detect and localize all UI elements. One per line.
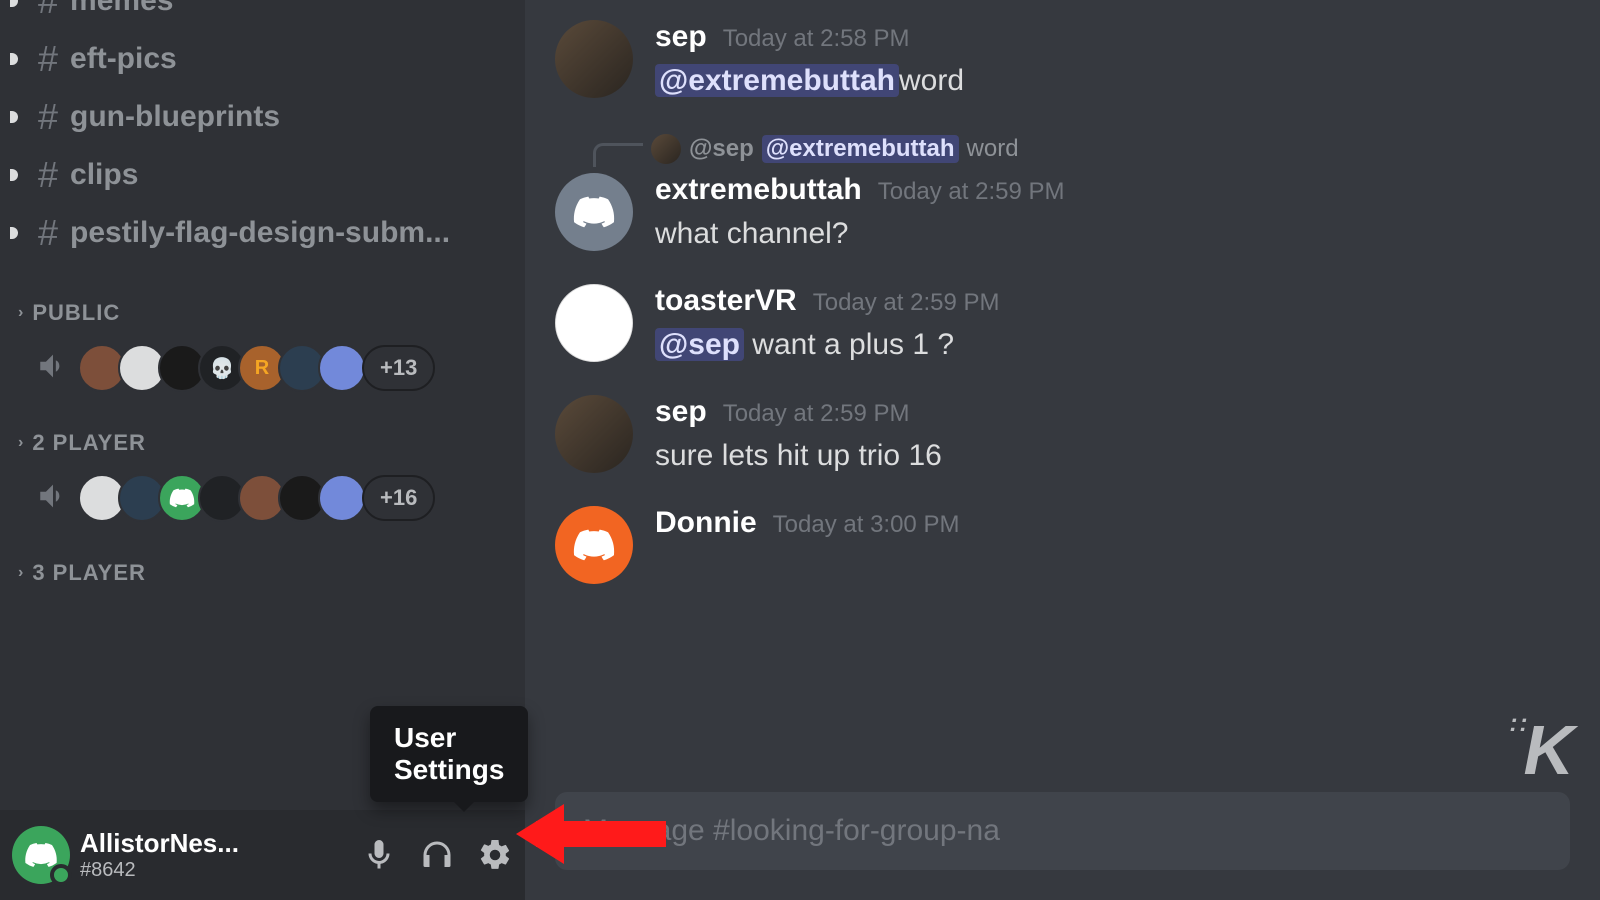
message-input[interactable]: Message #looking-for-group-na xyxy=(555,792,1570,870)
message-timestamp: Today at 3:00 PM xyxy=(773,511,960,539)
self-user-info[interactable]: AllistorNes... #8642 xyxy=(80,828,351,882)
message-with-reply[interactable]: @sep @extremebuttah word extremebuttah T… xyxy=(555,131,1570,256)
channel-item[interactable]: # clips xyxy=(0,146,525,204)
message-timestamp: Today at 2:59 PM xyxy=(878,178,1065,206)
unread-indicator xyxy=(10,227,18,239)
reply-reference[interactable]: @sep @extremebuttah word xyxy=(595,131,1570,167)
message-author[interactable]: toasterVR xyxy=(655,284,797,318)
channel-sidebar: # memes # eft-pics # gun-blueprints # cl… xyxy=(0,0,525,900)
member-avatars[interactable]: +16 xyxy=(86,474,435,522)
message-author[interactable]: sep xyxy=(655,20,707,54)
channel-item[interactable]: # eft-pics xyxy=(0,30,525,88)
channel-label: gun-blueprints xyxy=(70,100,280,134)
message-content: @extremebuttahword xyxy=(655,58,1570,103)
hash-icon: # xyxy=(38,0,58,22)
message-timestamp: Today at 2:59 PM xyxy=(813,289,1000,317)
voice-channel-name: 3 PLAYER xyxy=(32,560,146,586)
hash-icon: # xyxy=(38,154,58,196)
voice-channel-header[interactable]: › 3 PLAYER xyxy=(18,552,525,594)
voice-member-avatar[interactable] xyxy=(318,344,366,392)
unread-indicator xyxy=(10,0,18,7)
channel-item[interactable]: # gun-blueprints xyxy=(0,88,525,146)
channel-label: clips xyxy=(70,158,138,192)
user-settings-tooltip: User Settings xyxy=(370,706,528,802)
reply-spine-icon xyxy=(593,143,643,167)
voice-member-avatar[interactable] xyxy=(318,474,366,522)
chevron-right-icon: › xyxy=(18,564,24,582)
reply-author: @sep xyxy=(689,135,754,163)
deafen-button[interactable] xyxy=(419,837,455,873)
hash-icon: # xyxy=(38,212,58,254)
voice-section: › 2 PLAYER +16 xyxy=(0,422,525,522)
channel-label: eft-pics xyxy=(70,42,177,76)
voice-members: 💀 R +13 xyxy=(18,344,525,392)
message-avatar[interactable] xyxy=(555,506,633,584)
channel-list: # memes # eft-pics # gun-blueprints # cl… xyxy=(0,0,525,810)
message[interactable]: sep Today at 2:58 PM @extremebuttahword xyxy=(555,20,1570,103)
message[interactable]: sep Today at 2:59 PM sure lets hit up tr… xyxy=(555,395,1570,478)
message-avatar[interactable] xyxy=(555,395,633,473)
user-settings-button[interactable] xyxy=(477,837,513,873)
user-panel: AllistorNes... #8642 xyxy=(0,810,525,900)
mention[interactable]: @extremebuttah xyxy=(762,135,959,163)
channel-label: pestily-flag-design-subm... xyxy=(70,216,450,250)
voice-members: +16 xyxy=(18,474,525,522)
reply-text: word xyxy=(967,135,1019,163)
self-username: AllistorNes... xyxy=(80,828,351,859)
message-avatar[interactable] xyxy=(555,20,633,98)
unread-indicator xyxy=(10,53,18,65)
message-input-container: Message #looking-for-group-na xyxy=(525,792,1600,900)
message-content: @sep want a plus 1 ? xyxy=(655,322,1570,367)
message-timestamp: Today at 2:59 PM xyxy=(723,400,910,428)
chat-main: sep Today at 2:58 PM @extremebuttahword … xyxy=(525,0,1600,900)
channel-item[interactable]: # pestily-flag-design-subm... xyxy=(0,204,525,262)
voice-section: › PUBLIC 💀 R +13 xyxy=(0,292,525,392)
message-content: sure lets hit up trio 16 xyxy=(655,433,1570,478)
voice-section: › 3 PLAYER xyxy=(0,552,525,594)
voice-channel-name: 2 PLAYER xyxy=(32,430,146,456)
tooltip-text: User Settings xyxy=(394,722,504,785)
self-avatar[interactable] xyxy=(12,826,70,884)
message-author[interactable]: extremebuttah xyxy=(655,173,862,207)
message-author[interactable]: Donnie xyxy=(655,506,757,540)
message-avatar[interactable] xyxy=(555,173,633,251)
hash-icon: # xyxy=(38,96,58,138)
message-timestamp: Today at 2:58 PM xyxy=(723,25,910,53)
message-content: what channel? xyxy=(655,211,1570,256)
channel-item[interactable]: # memes xyxy=(0,0,525,30)
mention[interactable]: @sep xyxy=(655,328,744,361)
message[interactable]: toasterVR Today at 2:59 PM @sep want a p… xyxy=(555,284,1570,367)
speaker-icon xyxy=(36,349,70,388)
chevron-right-icon: › xyxy=(18,434,24,452)
mute-button[interactable] xyxy=(361,837,397,873)
self-discriminator: #8642 xyxy=(80,859,351,882)
message-avatar[interactable] xyxy=(555,284,633,362)
unread-indicator xyxy=(10,169,18,181)
status-online-icon xyxy=(50,864,72,886)
unread-indicator xyxy=(10,111,18,123)
annotation-arrow-icon xyxy=(516,784,676,884)
channel-label: memes xyxy=(70,0,173,18)
speaker-icon xyxy=(36,479,70,518)
reply-avatar xyxy=(651,134,681,164)
user-controls xyxy=(361,837,513,873)
chevron-right-icon: › xyxy=(18,304,24,322)
voice-member-overflow[interactable]: +16 xyxy=(362,475,435,521)
voice-channel-header[interactable]: › PUBLIC xyxy=(18,292,525,334)
watermark: ::K xyxy=(1509,710,1570,790)
hash-icon: # xyxy=(38,38,58,80)
message-author[interactable]: sep xyxy=(655,395,707,429)
mention[interactable]: @extremebuttah xyxy=(655,64,899,97)
voice-member-overflow[interactable]: +13 xyxy=(362,345,435,391)
message-list[interactable]: sep Today at 2:58 PM @extremebuttahword … xyxy=(525,0,1600,792)
voice-channel-header[interactable]: › 2 PLAYER xyxy=(18,422,525,464)
member-avatars[interactable]: 💀 R +13 xyxy=(86,344,435,392)
message[interactable]: Donnie Today at 3:00 PM xyxy=(555,506,1570,584)
voice-channel-name: PUBLIC xyxy=(32,300,120,326)
